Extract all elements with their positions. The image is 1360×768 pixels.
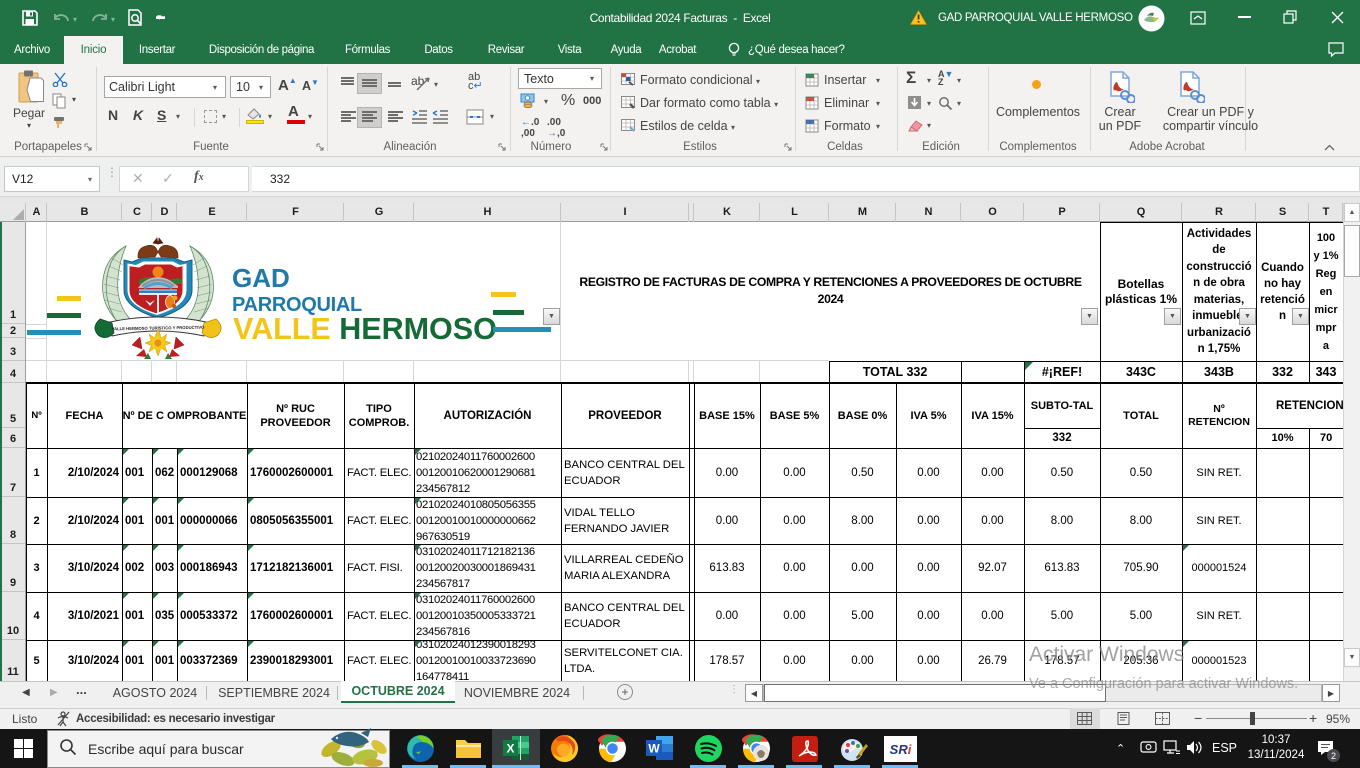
svg-text:X: X [506, 742, 514, 756]
svg-text:W: W [648, 742, 660, 756]
